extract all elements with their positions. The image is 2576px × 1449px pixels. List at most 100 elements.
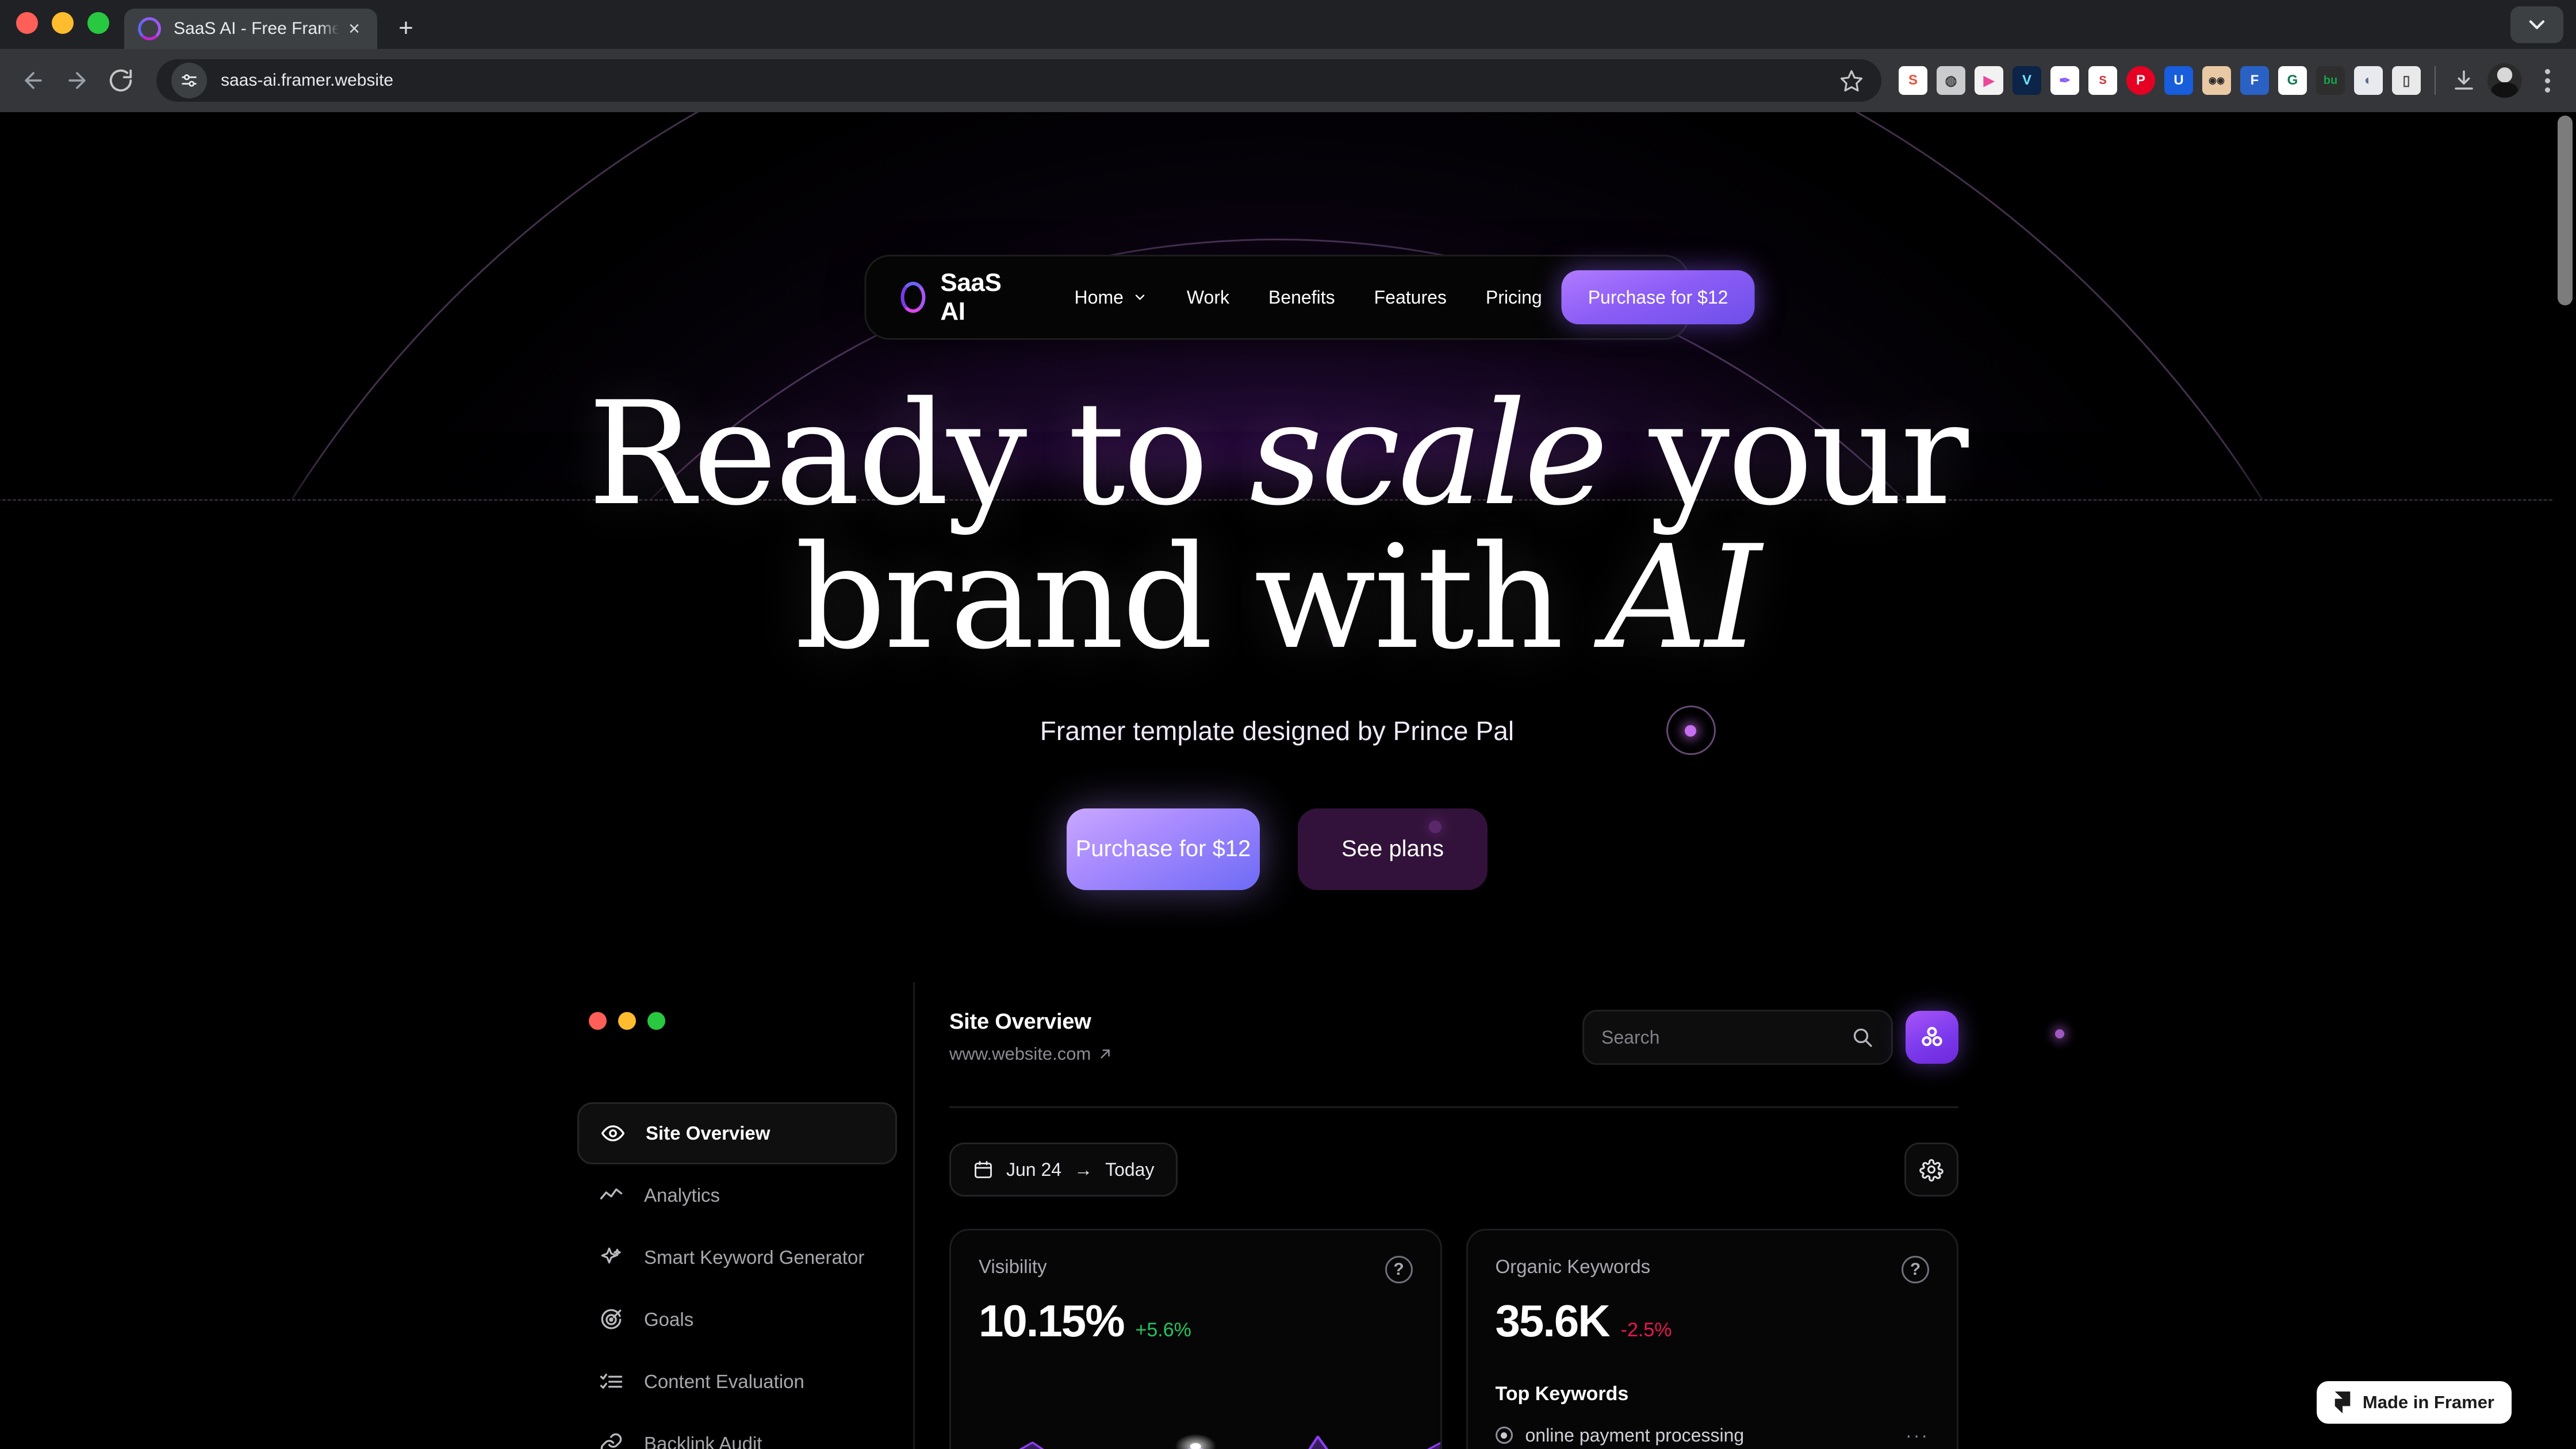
page-viewport: SaaS AI Home Work Benefits Features Pric… bbox=[0, 112, 2576, 1449]
dashboard-header: Site Overview www.website.com bbox=[949, 1010, 1958, 1065]
maximize-window-button[interactable] bbox=[87, 12, 109, 34]
sidebar-item-site-overview[interactable]: Site Overview bbox=[577, 1102, 897, 1164]
hero-line-1: Ready to scale your bbox=[588, 371, 1969, 537]
chevron-down-icon[interactable] bbox=[2510, 6, 2563, 43]
made-in-framer-badge[interactable]: Made in Framer bbox=[2316, 1381, 2512, 1424]
sidebar-item-analytics[interactable]: Analytics bbox=[577, 1164, 897, 1226]
site-url-text: www.website.com bbox=[949, 1044, 1091, 1064]
extensions-row: S ◍ ▶ V ✒ S P U ◉◉ F G bu ◐ ▯ bbox=[1894, 60, 2563, 101]
hero-text: your bbox=[1606, 371, 1969, 537]
kpi-value: 10.15% bbox=[979, 1295, 1125, 1346]
sidebar-item-backlink-audit[interactable]: Backlink Audit bbox=[577, 1413, 897, 1449]
nav-link-features[interactable]: Features bbox=[1355, 287, 1466, 308]
sidebar-item-label: Site Overview bbox=[646, 1122, 770, 1144]
semrush-extension-icon[interactable]: S bbox=[1899, 66, 1927, 95]
help-circle-icon[interactable]: ? bbox=[1385, 1256, 1413, 1283]
nav-link-label: Home bbox=[1074, 286, 1124, 308]
close-window-button[interactable] bbox=[16, 12, 38, 34]
page-scrollbar[interactable] bbox=[2554, 112, 2576, 1449]
buzzsumo-extension-icon[interactable]: bu bbox=[2316, 66, 2345, 95]
scrollbar-thumb[interactable] bbox=[2558, 116, 2573, 305]
external-link-icon bbox=[1101, 1049, 1110, 1059]
vectary-extension-icon[interactable]: V bbox=[2012, 66, 2041, 95]
help-circle-icon[interactable]: ? bbox=[1902, 1256, 1929, 1283]
ai-assistant-button[interactable] bbox=[1906, 1011, 1958, 1064]
magenta-arrow-extension-icon[interactable]: ▶ bbox=[1975, 66, 2003, 95]
page-settings-icon[interactable] bbox=[171, 63, 207, 98]
bookmark-star-icon[interactable] bbox=[1834, 63, 1869, 98]
keyword-text: online payment processing bbox=[1525, 1424, 1745, 1446]
date-to: Today bbox=[1105, 1159, 1155, 1180]
sidebar-item-goals[interactable]: Goals bbox=[577, 1289, 897, 1351]
dashboard-cards: Visibility ? 10.15% +5.6% Organic Keywor… bbox=[949, 1229, 1958, 1449]
grammarly-extension-icon[interactable]: G bbox=[2278, 66, 2307, 95]
search-input[interactable] bbox=[1601, 1026, 1851, 1048]
mockup-maximize-dot[interactable] bbox=[647, 1012, 665, 1030]
eyes-extension-icon[interactable]: ◉◉ bbox=[2202, 66, 2231, 95]
brand[interactable]: SaaS AI bbox=[900, 269, 1008, 326]
close-tab-icon[interactable]: × bbox=[339, 14, 369, 44]
tab-strip: SaaS AI - Free Framer Templa × + bbox=[0, 0, 2576, 49]
flipboard-extension-icon[interactable]: F bbox=[2240, 66, 2269, 95]
browser-tab[interactable]: SaaS AI - Free Framer Templa × bbox=[124, 9, 377, 49]
list-item[interactable]: online payment processing ··· bbox=[1495, 1418, 1930, 1449]
mockup-close-dot[interactable] bbox=[589, 1012, 607, 1030]
bottle-extension-icon[interactable]: ▯ bbox=[2392, 66, 2421, 95]
web-page: SaaS AI Home Work Benefits Features Pric… bbox=[0, 112, 2554, 1449]
address-bar[interactable]: saas-ai.framer.website bbox=[156, 59, 1881, 102]
hero-subtitle: Framer template designed by Prince Pal bbox=[1040, 715, 1515, 746]
nav-purchase-button[interactable]: Purchase for $12 bbox=[1561, 270, 1755, 324]
minimize-window-button[interactable] bbox=[52, 12, 74, 34]
moz-extension-icon[interactable]: ◐ bbox=[2354, 66, 2383, 95]
pinterest-extension-icon[interactable]: P bbox=[2126, 66, 2155, 95]
hero-section: Ready to scale your brand with AI Framer… bbox=[0, 382, 2554, 890]
date-arrow-icon: → bbox=[1074, 1159, 1093, 1180]
sidebar-item-label: Analytics bbox=[644, 1184, 720, 1206]
keyword-more-icon[interactable]: ··· bbox=[1906, 1425, 1929, 1446]
sidebar-item-label: Content Evaluation bbox=[644, 1371, 804, 1392]
link-icon bbox=[598, 1431, 624, 1449]
radio-dot-icon bbox=[1495, 1427, 1513, 1444]
nav-link-benefits[interactable]: Benefits bbox=[1249, 287, 1355, 308]
profile-avatar[interactable] bbox=[2487, 63, 2522, 98]
made-in-framer-label: Made in Framer bbox=[2362, 1392, 2494, 1412]
search-box[interactable] bbox=[1582, 1010, 1893, 1065]
seoquake-extension-icon[interactable]: S bbox=[2088, 66, 2117, 95]
bitwarden-extension-icon[interactable]: U bbox=[2164, 66, 2193, 95]
hero-see-plans-button[interactable]: See plans bbox=[1298, 808, 1488, 890]
kpi-delta: -2.5% bbox=[1620, 1319, 1672, 1341]
page-title: Site Overview bbox=[949, 1010, 1091, 1034]
date-range-picker[interactable]: Jun 24 → Today bbox=[949, 1143, 1178, 1197]
mockup-minimize-dot[interactable] bbox=[618, 1012, 636, 1030]
hero-text-italic: scale bbox=[1249, 371, 1608, 537]
dashboard-sidebar: Site Overview Analytics Smart Keyword Ge… bbox=[561, 982, 915, 1449]
new-tab-button[interactable]: + bbox=[385, 7, 427, 49]
visibility-chart[interactable]: Jun 18 Visibility 9.8% bbox=[951, 1397, 1440, 1449]
nav-link-pricing[interactable]: Pricing bbox=[1466, 287, 1562, 308]
target-icon bbox=[598, 1306, 624, 1333]
reload-icon[interactable] bbox=[100, 60, 141, 101]
tab-title: SaaS AI - Free Framer Templa bbox=[174, 19, 339, 38]
quill-extension-icon[interactable]: ✒ bbox=[2050, 66, 2079, 95]
dashboard-header-actions bbox=[1582, 1010, 1958, 1065]
download-icon[interactable] bbox=[2450, 66, 2478, 95]
hero-headline: Ready to scale your brand with AI bbox=[0, 382, 2554, 670]
sidebar-item-smart-keyword-generator[interactable]: Smart Keyword Generator bbox=[577, 1226, 897, 1289]
site-url[interactable]: www.website.com bbox=[949, 1044, 1113, 1064]
card-header: Organic Keywords ? bbox=[1496, 1256, 1929, 1283]
hero-purchase-button[interactable]: Purchase for $12 bbox=[1067, 808, 1260, 890]
hero-line-2: brand with AI bbox=[795, 515, 1761, 681]
visibility-area-chart bbox=[1019, 1433, 1440, 1449]
ink-extension-icon[interactable]: ◍ bbox=[1937, 66, 1965, 95]
keyword-list: online payment processing ··· secure tra… bbox=[1495, 1418, 1930, 1449]
nav-link-home[interactable]: Home bbox=[1055, 287, 1167, 308]
forward-icon[interactable] bbox=[56, 60, 98, 101]
tab-favicon-icon bbox=[138, 17, 161, 40]
tab-strip-right bbox=[2510, 0, 2576, 49]
back-icon[interactable] bbox=[13, 60, 54, 101]
nav-link-work[interactable]: Work bbox=[1167, 287, 1249, 308]
chrome-menu-icon[interactable] bbox=[2531, 60, 2563, 101]
settings-button[interactable] bbox=[1904, 1143, 1958, 1197]
sparkle-icon bbox=[598, 1244, 624, 1271]
sidebar-item-content-evaluation[interactable]: Content Evaluation bbox=[577, 1351, 897, 1413]
